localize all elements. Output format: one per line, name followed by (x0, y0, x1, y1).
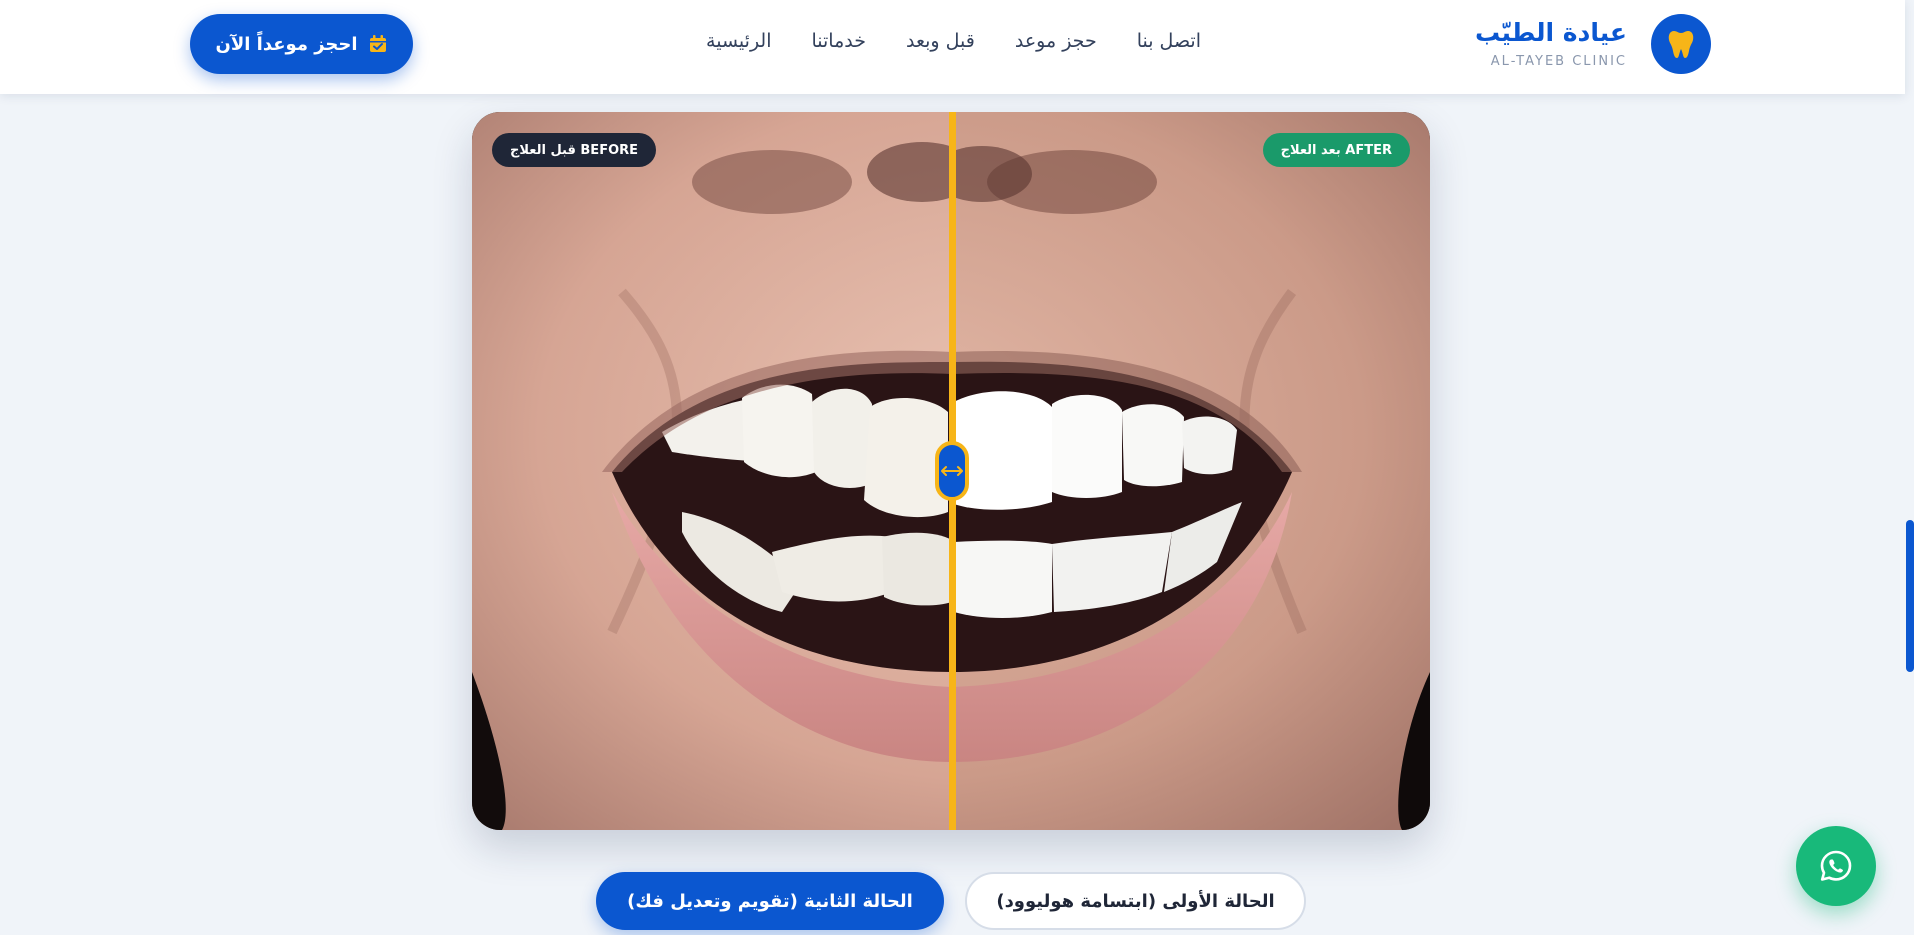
whatsapp-button[interactable] (1796, 826, 1876, 906)
slider-handle[interactable] (935, 441, 969, 501)
arrows-left-right-icon (941, 466, 963, 476)
book-button-label: احجز موعداً الآن (215, 33, 358, 55)
nav-home[interactable]: الرئيسية (706, 30, 771, 52)
book-appointment-button[interactable]: احجز موعداً الآن (190, 14, 413, 74)
nav-before-after[interactable]: قبل وبعد (906, 30, 975, 52)
before-after-slider[interactable]: قبل العلاج BEFORE بعد العلاج AFTER (472, 112, 1430, 830)
site-header: عيادة الطيّب AL-TAYEB CLINIC الرئيسية خد… (0, 0, 1905, 94)
tooth-icon (1668, 31, 1694, 58)
page-scrollbar-thumb[interactable] (1906, 520, 1914, 672)
nav-services[interactable]: خدماتنا (812, 30, 867, 52)
case-2-button[interactable]: الحالة الثانية (تقويم وتعديل فك) (596, 872, 944, 930)
before-badge: قبل العلاج BEFORE (492, 133, 657, 167)
whatsapp-icon (1820, 850, 1852, 881)
calendar-check-icon (369, 35, 386, 52)
logo-badge[interactable] (1651, 14, 1711, 74)
nav-booking[interactable]: حجز موعد (1015, 30, 1097, 52)
main-nav: الرئيسية خدماتنا قبل وبعد حجز موعد اتصل … (706, 30, 1201, 52)
case-1-button[interactable]: الحالة الأولى (ابتسامة هوليوود) (965, 872, 1306, 930)
clinic-name-latin: AL-TAYEB CLINIC (1490, 54, 1627, 69)
page-scrollbar-track[interactable] (1905, 0, 1914, 935)
nav-contact[interactable]: اتصل بنا (1137, 30, 1201, 52)
clinic-name[interactable]: عيادة الطيّب (1475, 18, 1627, 47)
after-badge: بعد العلاج AFTER (1262, 133, 1410, 167)
